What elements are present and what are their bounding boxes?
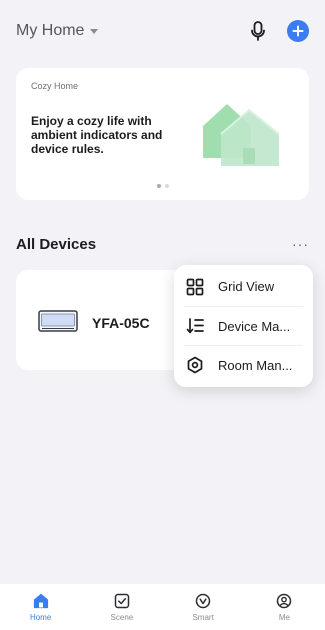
air-conditioner-icon bbox=[38, 310, 78, 332]
banner-pagination bbox=[16, 184, 309, 188]
menu-item-label: Device Ma... bbox=[218, 318, 291, 334]
home-selector[interactable]: My Home bbox=[16, 22, 99, 40]
plus-icon bbox=[292, 25, 304, 37]
grid-icon bbox=[185, 277, 205, 297]
menu-item-device-management[interactable]: Device Ma... bbox=[184, 306, 303, 345]
pagination-dot[interactable] bbox=[164, 184, 169, 188]
menu-item-label: Grid View bbox=[218, 279, 275, 294]
bottom-tab-bar: Home Scene Smart Me bbox=[0, 584, 325, 630]
promo-banner[interactable]: Cozy Home Enjoy a cozy life with ambient… bbox=[16, 68, 309, 200]
sort-list-icon bbox=[185, 316, 205, 336]
tab-label: Scene bbox=[110, 613, 134, 622]
tab-label: Smart bbox=[192, 613, 214, 622]
caret-down-icon bbox=[90, 29, 99, 34]
pagination-dot[interactable] bbox=[156, 184, 161, 188]
banner-text: Enjoy a cozy life with ambient indicator… bbox=[31, 114, 163, 156]
profile-icon bbox=[275, 592, 293, 610]
menu-item-label: Room Man... bbox=[218, 357, 293, 373]
banner-label: Cozy Home bbox=[31, 81, 79, 91]
home-title: My Home bbox=[16, 22, 85, 39]
home-icon bbox=[32, 592, 50, 610]
room-hexagon-icon bbox=[185, 355, 205, 375]
tab-label: Me bbox=[278, 613, 290, 622]
smart-icon bbox=[194, 592, 212, 610]
microphone-icon[interactable] bbox=[247, 20, 269, 42]
header-actions bbox=[247, 20, 309, 42]
more-options-button[interactable]: ··· bbox=[292, 237, 309, 251]
tab-home[interactable]: Home bbox=[0, 584, 81, 630]
tab-label: Home bbox=[29, 613, 52, 622]
tab-scene[interactable]: Scene bbox=[81, 584, 162, 630]
add-device-button[interactable] bbox=[287, 20, 309, 42]
tab-smart[interactable]: Smart bbox=[163, 584, 244, 630]
header: My Home bbox=[0, 0, 325, 62]
tab-me[interactable]: Me bbox=[244, 584, 325, 630]
house-illustration-icon bbox=[203, 104, 280, 166]
menu-item-grid-view[interactable]: Grid View bbox=[184, 267, 303, 306]
device-name: YFA-05C bbox=[92, 315, 150, 331]
options-menu: Grid View Device Ma... Room Man... bbox=[174, 265, 313, 387]
scene-check-icon bbox=[113, 592, 131, 610]
all-devices-header: All Devices ··· bbox=[16, 234, 309, 254]
section-title: All Devices bbox=[16, 235, 97, 253]
menu-item-room-management[interactable]: Room Man... bbox=[184, 345, 303, 384]
